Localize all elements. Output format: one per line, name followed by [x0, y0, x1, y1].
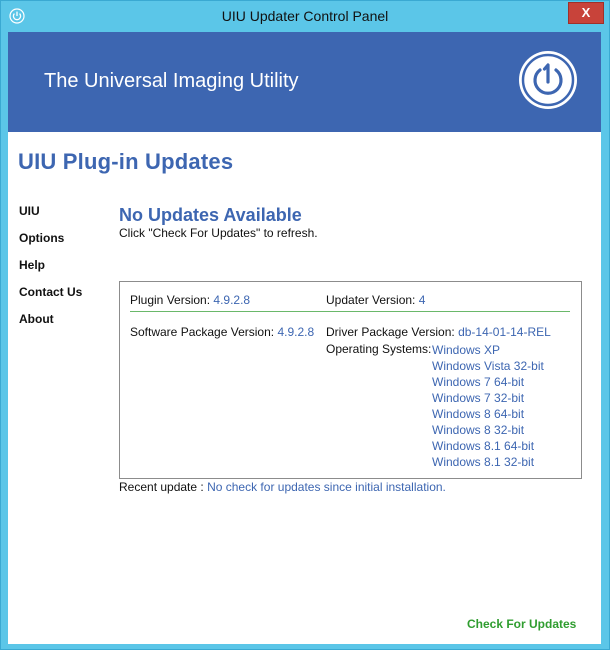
software-package-row: Software Package Version: 4.9.2.8 [130, 325, 314, 339]
plugin-version-label: Plugin Version: [130, 293, 211, 307]
updater-version-label: Updater Version: [326, 293, 416, 307]
list-item: Windows 8 32-bit [432, 423, 525, 437]
nav-item-help[interactable]: Help [19, 258, 82, 285]
app-window: UIU Updater Control Panel X The Universa… [0, 0, 610, 650]
list-item: Windows 8.1 32-bit [432, 455, 535, 469]
updater-version-row: Updater Version: 4 [326, 293, 425, 307]
driver-package-value: db-14-01-14-REL [458, 325, 551, 339]
header-banner: The Universal Imaging Utility [8, 32, 601, 132]
client-area: The Universal Imaging Utility UIU Plug-i… [8, 32, 601, 644]
page-title: UIU Plug-in Updates [18, 149, 234, 174]
driver-package-row: Driver Package Version: db-14-01-14-REL [326, 325, 551, 339]
operating-systems-label: Operating Systems: [326, 342, 432, 356]
list-item: Windows 7 64-bit [432, 375, 525, 389]
title-bar[interactable]: UIU Updater Control Panel X [1, 1, 609, 32]
recent-update-value: No check for updates since initial insta… [207, 480, 446, 494]
software-package-label: Software Package Version: [130, 325, 275, 339]
recent-update-row: Recent update : No check for updates sin… [119, 480, 446, 494]
status-title: No Updates Available [119, 205, 302, 225]
os-list: Windows XP Windows Vista 32-bit Windows … [432, 342, 544, 470]
nav-item-about[interactable]: About [19, 312, 82, 339]
window-title: UIU Updater Control Panel [221, 8, 389, 24]
close-button[interactable]: X [568, 2, 604, 24]
recent-update-label: Recent update : [119, 480, 204, 494]
divider [130, 311, 570, 312]
list-item: Windows XP [432, 343, 501, 357]
nav-item-contact-us[interactable]: Contact Us [19, 285, 82, 312]
nav-item-uiu[interactable]: UIU [19, 204, 82, 231]
banner-title: The Universal Imaging Utility [44, 70, 299, 92]
nav-item-options[interactable]: Options [19, 231, 82, 258]
status-subtitle: Click "Check For Updates" to refresh. [119, 226, 318, 240]
updater-version-value: 4 [418, 293, 426, 307]
list-item: Windows Vista 32-bit [432, 359, 544, 373]
close-icon: X [581, 5, 591, 20]
list-item: Windows 8.1 64-bit [432, 439, 535, 453]
power-one-icon [517, 49, 579, 111]
list-item: Windows 8 64-bit [432, 407, 525, 421]
list-item: Windows 7 32-bit [432, 391, 525, 405]
plugin-version-value: 4.9.2.8 [213, 293, 251, 307]
software-package-value: 4.9.2.8 [277, 325, 315, 339]
plugin-version-row: Plugin Version: 4.9.2.8 [130, 293, 250, 307]
sidebar-nav: UIU Options Help Contact Us About [19, 204, 82, 339]
driver-package-label: Driver Package Version: [326, 325, 455, 339]
version-info-panel: Plugin Version: 4.9.2.8 Updater Version:… [119, 281, 582, 479]
check-for-updates-button[interactable]: Check For Updates [467, 617, 576, 631]
